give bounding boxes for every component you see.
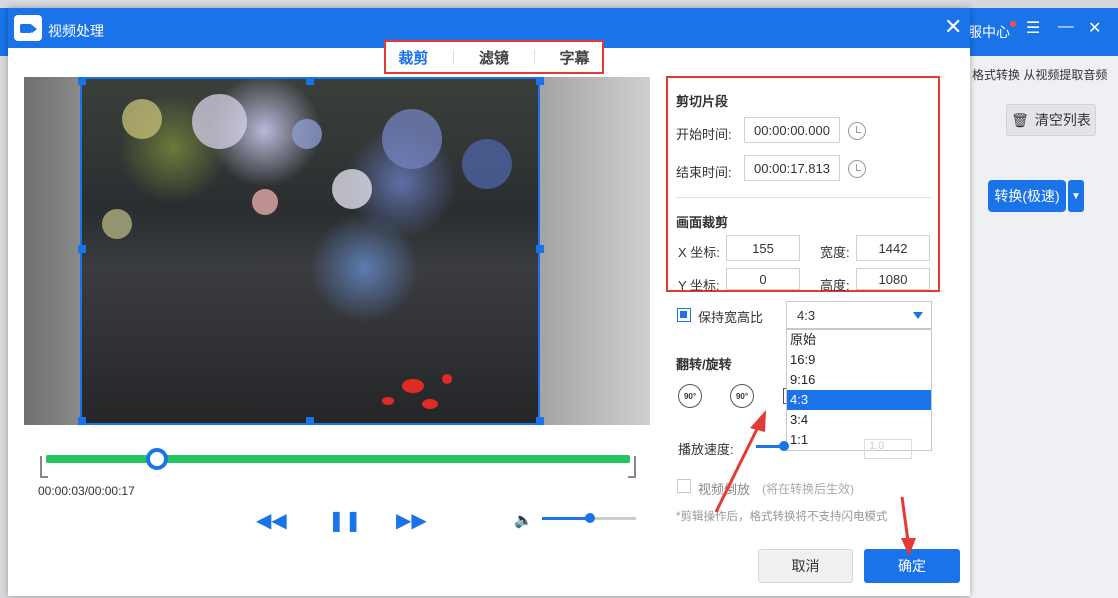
tab-divider xyxy=(453,50,455,64)
flip-rotate-title: 翻转/旋转 xyxy=(676,357,732,372)
end-time-label: 结束时间: xyxy=(676,165,732,180)
end-time-input[interactable]: 00:00:17.813 xyxy=(744,155,840,181)
fast-forward-icon[interactable]: ▶▶ xyxy=(396,508,427,533)
crop-handle-tl[interactable] xyxy=(78,77,86,85)
end-time-clock-icon[interactable] xyxy=(848,160,866,178)
timeline-bar[interactable] xyxy=(46,455,630,463)
app-right-area xyxy=(970,56,1118,598)
keep-aspect-label: 保持宽高比 xyxy=(698,310,764,325)
clear-list-button[interactable]: 🗑 清空列表 xyxy=(1006,104,1096,136)
video-processing-dialog: 视频处理 ✕ 裁剪 滤镜 字幕 00:00:03/00:00:17 ◀◀ ❚❚ … xyxy=(8,8,970,596)
clip-section-title: 剪切片段 xyxy=(676,94,729,109)
menu-icon[interactable]: ☰ xyxy=(1026,18,1040,38)
video-preview xyxy=(24,77,650,425)
aspect-option-original[interactable]: 原始 xyxy=(787,330,931,350)
app-close-icon[interactable]: ✕ xyxy=(1088,18,1101,38)
dropdown-caret-icon xyxy=(913,312,923,319)
crop-handle-bottom[interactable] xyxy=(306,417,314,425)
aspect-ratio-select[interactable]: 4:3 xyxy=(786,301,932,329)
convert-dropdown-icon[interactable]: ▼ xyxy=(1068,180,1084,212)
cancel-button[interactable]: 取消 xyxy=(758,549,853,583)
camera-icon xyxy=(14,15,42,41)
reverse-label: 视频倒放 xyxy=(698,482,751,497)
rotate-ccw-icon[interactable]: 90° xyxy=(730,384,754,408)
notification-dot xyxy=(1010,21,1016,27)
crop-handle-br[interactable] xyxy=(536,417,544,425)
rewind-icon[interactable]: ◀◀ xyxy=(256,508,287,533)
rotate-cw-icon[interactable]: 90° xyxy=(678,384,702,408)
start-time-input[interactable]: 00:00:00.000 xyxy=(744,117,840,143)
convert-button[interactable]: 转换(极速) xyxy=(988,180,1066,212)
section-divider xyxy=(676,197,932,198)
start-time-clock-icon[interactable] xyxy=(848,122,866,140)
timeline-end-handle[interactable] xyxy=(628,456,636,478)
crop-handle-bl[interactable] xyxy=(78,417,86,425)
tab-filter[interactable]: 滤镜 xyxy=(479,47,509,68)
dialog-title: 视频处理 xyxy=(48,23,104,39)
aspect-option-3-4[interactable]: 3:4 xyxy=(787,410,931,430)
aspect-option-9-16[interactable]: 9:16 xyxy=(787,370,931,390)
y-coord-input[interactable]: 0 xyxy=(726,268,800,290)
clear-list-label: 清空列表 xyxy=(1034,112,1091,128)
confirm-button[interactable]: 确定 xyxy=(864,549,960,583)
speed-select[interactable]: 1.0 xyxy=(864,439,912,459)
crop-section-title: 画面裁剪 xyxy=(676,215,729,230)
video-outside-right xyxy=(540,77,650,425)
tab-bar: 裁剪 滤镜 字幕 xyxy=(384,40,604,74)
crop-handle-right[interactable] xyxy=(536,245,544,253)
tab-subtitle[interactable]: 字幕 xyxy=(560,47,590,68)
speed-knob[interactable] xyxy=(779,441,789,451)
tab-crop[interactable]: 裁剪 xyxy=(398,47,428,68)
volume-icon[interactable]: 🔈 xyxy=(514,511,533,529)
speed-label: 播放速度: xyxy=(678,442,734,457)
volume-fill xyxy=(542,517,590,520)
aspect-option-4-3[interactable]: 4:3 xyxy=(787,390,931,410)
height-input[interactable]: 1080 xyxy=(856,268,930,290)
start-time-label: 开始时间: xyxy=(676,127,732,142)
aspect-ratio-value: 4:3 xyxy=(797,307,816,323)
reverse-checkbox[interactable] xyxy=(677,479,691,493)
timeline-start-handle[interactable] xyxy=(40,456,48,478)
playback-time: 00:00:03/00:00:17 xyxy=(38,484,135,498)
volume-knob[interactable] xyxy=(585,513,595,523)
width-label: 宽度: xyxy=(820,245,850,260)
width-input[interactable]: 1442 xyxy=(856,235,930,261)
video-outside-left xyxy=(24,77,80,425)
service-center-link[interactable]: 服中心 xyxy=(968,22,1010,42)
crop-handle-tr[interactable] xyxy=(536,77,544,85)
x-coord-input[interactable]: 155 xyxy=(726,235,800,261)
y-coord-label: Y 坐标: xyxy=(678,278,720,293)
keep-aspect-checkbox[interactable] xyxy=(677,308,691,322)
dialog-close-icon[interactable]: ✕ xyxy=(944,16,962,38)
app-feature-tabs[interactable]: 格式转换 从视频提取音频 xyxy=(972,66,1107,83)
trash-icon: 🗑 xyxy=(1011,111,1029,128)
tab-divider xyxy=(533,50,535,64)
minimize-icon[interactable]: — xyxy=(1058,18,1074,36)
crop-handle-top[interactable] xyxy=(306,77,314,85)
aspect-option-16-9[interactable]: 16:9 xyxy=(787,350,931,370)
crop-frame[interactable] xyxy=(80,77,540,425)
aspect-ratio-dropdown: 原始 16:9 9:16 4:3 3:4 1:1 xyxy=(786,329,932,451)
crop-handle-left[interactable] xyxy=(78,245,86,253)
x-coord-label: X 坐标: xyxy=(678,245,720,260)
edit-hint: *剪辑操作后，格式转换将不支持闪电模式 xyxy=(676,511,888,523)
playhead-knob[interactable] xyxy=(146,448,168,470)
pause-icon[interactable]: ❚❚ xyxy=(328,508,362,533)
reverse-note: (将在转换后生效) xyxy=(762,482,854,496)
height-label: 高度: xyxy=(820,278,850,293)
